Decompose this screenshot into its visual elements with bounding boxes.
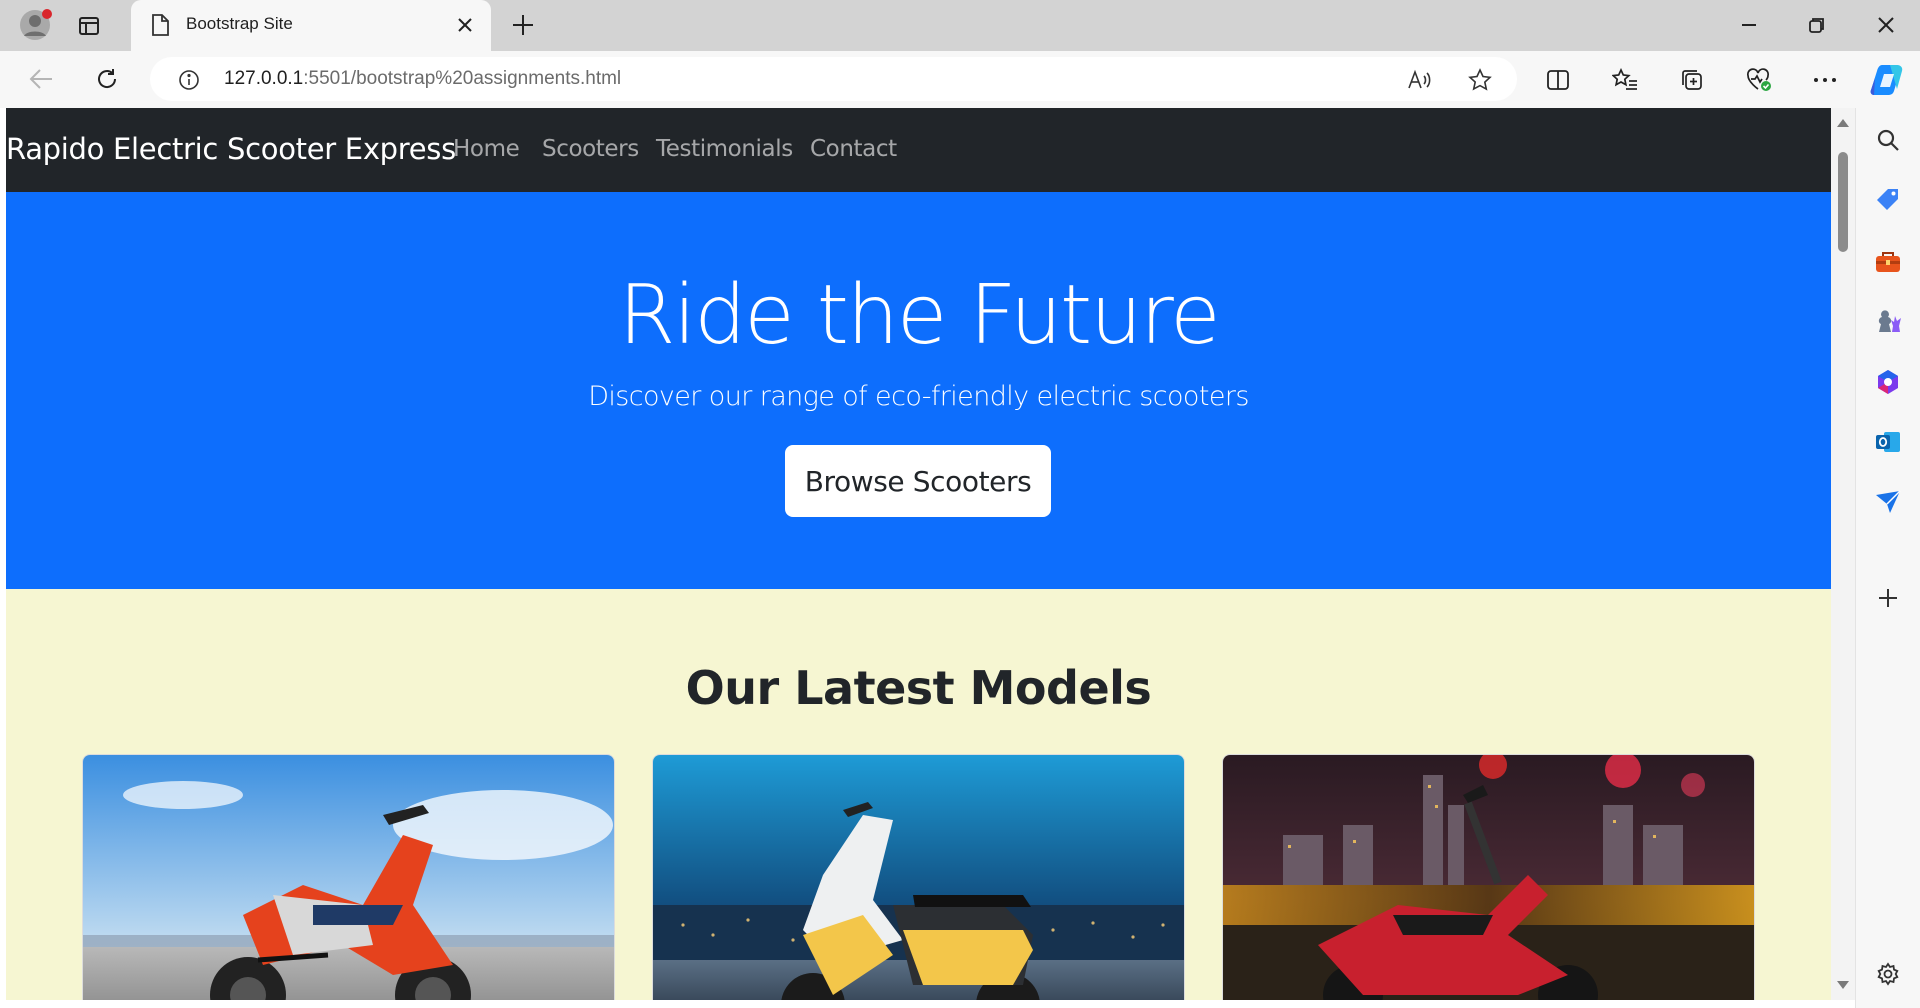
new-tab-icon[interactable] <box>508 10 538 40</box>
web-page: Rapido Electric Scooter Express Home Sco… <box>6 108 1831 1000</box>
yellow-scooter-city-image <box>653 755 1184 1000</box>
more-options-icon[interactable] <box>1810 65 1840 95</box>
hero-section: Ride the Future Discover our range of ec… <box>6 192 1831 589</box>
red-scooter-sky-image <box>83 755 614 1000</box>
site-info-icon[interactable] <box>176 67 202 93</box>
nav-link-scooters[interactable]: Scooters <box>542 136 639 162</box>
profile-icon[interactable] <box>17 7 53 43</box>
copilot-icon[interactable] <box>1869 62 1907 98</box>
back-icon[interactable] <box>26 64 56 94</box>
browser-essentials-icon[interactable] <box>1744 65 1774 95</box>
site-navbar: Rapido Electric Scooter Express Home Sco… <box>6 108 1831 192</box>
close-window-icon[interactable] <box>1871 10 1901 40</box>
url-path: :5501/bootstrap%20assignments.html <box>303 68 622 89</box>
send-icon[interactable] <box>1872 486 1904 518</box>
scrollbar-thumb[interactable] <box>1838 152 1848 252</box>
refresh-icon[interactable] <box>92 64 122 94</box>
url-text[interactable]: 127.0.0.1:5501/bootstrap%20assignments.h… <box>224 68 621 90</box>
nav-link-home[interactable]: Home <box>453 136 520 162</box>
collections-icon[interactable] <box>1677 65 1707 95</box>
add-sidebar-app-icon[interactable] <box>1872 582 1904 614</box>
tools-icon[interactable] <box>1872 246 1904 278</box>
active-tab[interactable]: Bootstrap Site <box>131 0 491 51</box>
browser-tab-bar: Bootstrap Site <box>0 0 1920 51</box>
models-section-title: Our Latest Models <box>685 661 1152 715</box>
hero-title: Ride the Future <box>618 268 1220 363</box>
model-card-2[interactable] <box>652 754 1185 1000</box>
url-host: 127.0.0.1 <box>224 68 304 89</box>
outlook-icon[interactable] <box>1872 426 1904 458</box>
navbar-brand[interactable]: Rapido Electric Scooter Express <box>6 132 456 166</box>
model-card-3[interactable] <box>1222 754 1755 1000</box>
restore-icon[interactable] <box>1802 10 1832 40</box>
games-icon[interactable] <box>1872 306 1904 338</box>
read-aloud-icon[interactable] <box>1405 65 1435 95</box>
favorites-icon[interactable] <box>1610 65 1640 95</box>
close-tab-icon[interactable] <box>454 14 476 36</box>
nav-link-testimonials[interactable]: Testimonials <box>656 136 793 162</box>
browse-scooters-button[interactable]: Browse Scooters <box>785 445 1051 517</box>
shopping-tag-icon[interactable] <box>1872 184 1904 216</box>
hero-subtitle: Discover our range of eco-friendly elect… <box>588 381 1249 412</box>
microsoft-365-icon[interactable] <box>1872 366 1904 398</box>
scroll-up-arrow-icon[interactable] <box>1834 116 1852 130</box>
red-scooter-night-image <box>1223 755 1754 1000</box>
tab-actions-icon[interactable] <box>75 12 103 40</box>
search-icon[interactable] <box>1872 124 1904 156</box>
tab-title: Bootstrap Site <box>186 14 293 33</box>
split-screen-icon[interactable] <box>1543 65 1573 95</box>
minimize-icon[interactable] <box>1734 10 1764 40</box>
model-card-1[interactable] <box>82 754 615 1000</box>
scroll-down-arrow-icon[interactable] <box>1834 978 1852 992</box>
page-icon <box>149 14 171 36</box>
sidebar-settings-icon[interactable] <box>1872 958 1904 990</box>
nav-link-contact[interactable]: Contact <box>810 136 897 162</box>
edge-sidebar <box>1855 108 1920 1008</box>
favorite-star-icon[interactable] <box>1465 65 1495 95</box>
